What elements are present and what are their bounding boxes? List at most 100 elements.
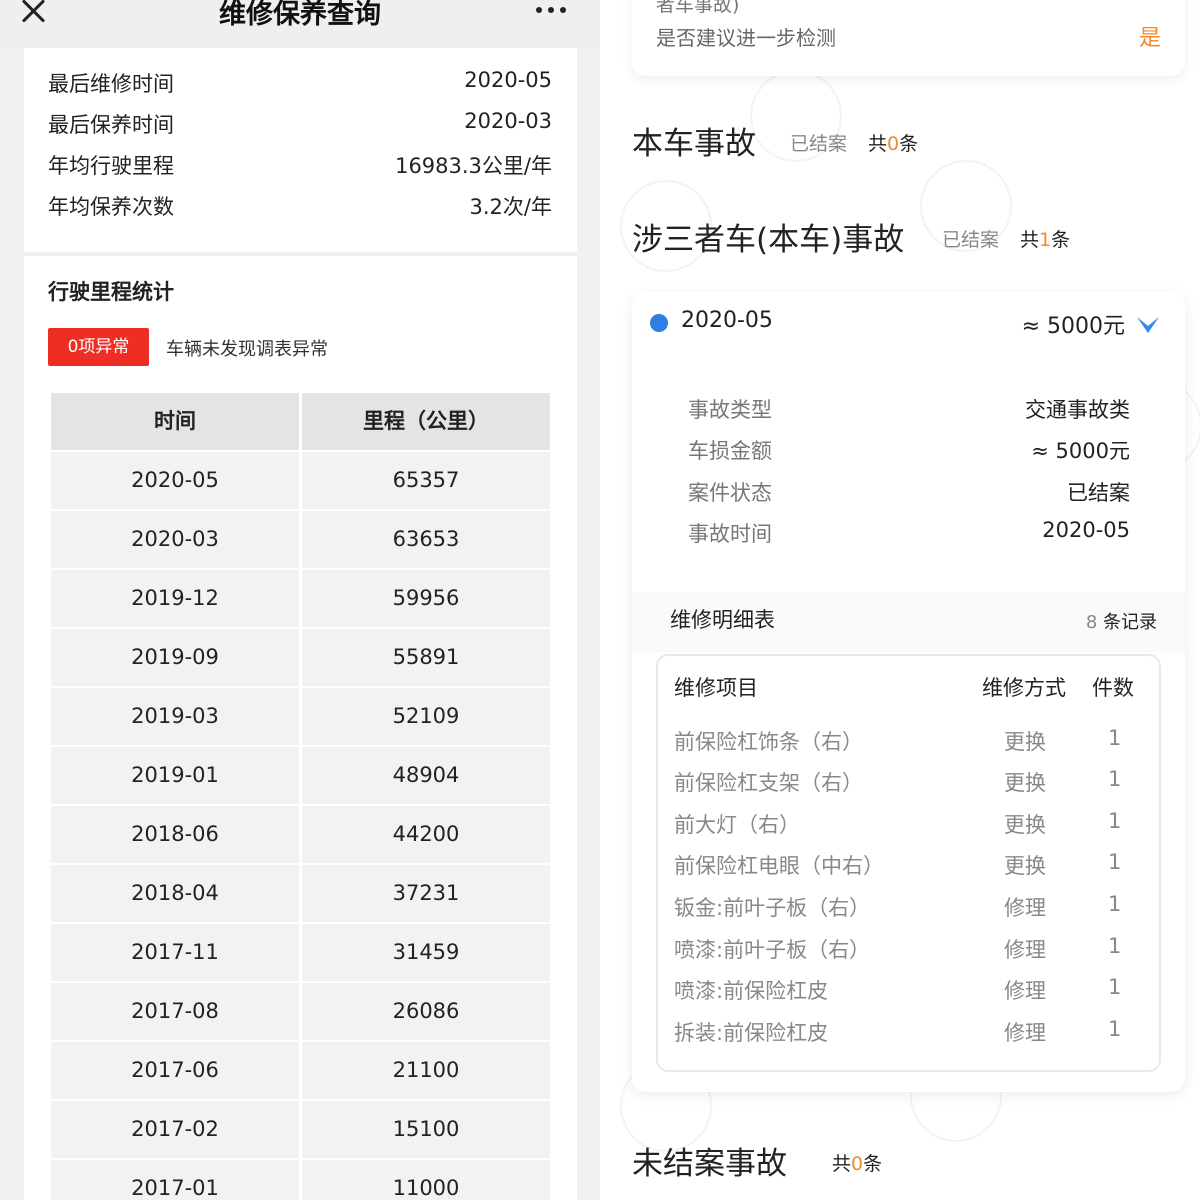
cell-mileage: 11000	[302, 1160, 550, 1200]
table-row: 2019-12 59956	[51, 570, 550, 629]
mileage-table: 时间 里程（公里） 2020-05 65357 2020-03 63653 2019…	[51, 393, 550, 1200]
record-count-suffix: 条记录	[1097, 612, 1157, 633]
accident-card[interactable]: 2020-05 ≈ 5000元 事故类型 交通事故类 车损金额 ≈ 5000元 案件…	[632, 292, 1185, 1092]
repair-method: 修理	[1004, 938, 1046, 962]
repair-item: 喷漆:前保险杠皮	[674, 979, 829, 1003]
repair-method: 修理	[1004, 979, 1046, 1003]
repair-column-item: 维修项目	[674, 676, 758, 700]
maintenance-panel: 维修保养查询 最后维修时间 2020-05 最后保养时间 2020-03 年均行…	[0, 0, 600, 1200]
summary-value: 3.2次/年	[469, 195, 552, 219]
repair-item: 拆装:前保险杠皮	[674, 1021, 829, 1045]
detail-label: 事故时间	[688, 522, 772, 546]
table-row: 2017-02 15100	[51, 1101, 550, 1160]
summary-value: 16983.3公里/年	[395, 154, 552, 178]
cell-time: 2017-11	[51, 924, 299, 981]
cell-mileage: 55891	[302, 629, 550, 686]
count-number: 1	[1039, 229, 1052, 251]
page-title: 维修保养查询	[219, 0, 381, 30]
more-options-icon[interactable]	[536, 7, 566, 13]
count-suffix: 条	[1051, 229, 1071, 251]
repair-column-method: 维修方式	[982, 676, 1066, 700]
third-party-accident-status: 已结案	[942, 229, 1000, 251]
repair-qty: 1	[1108, 1017, 1122, 1041]
accident-panel: 者车事故) 是否建议进一步检测 是 本车事故 已结案 共0条 涉三者车(本车)事…	[600, 0, 1200, 1200]
cell-mileage: 31459	[302, 924, 550, 981]
repair-qty: 1	[1108, 850, 1122, 874]
summary-row: 最后保养时间 2020-03	[48, 109, 552, 145]
accident-date: 2020-05	[681, 308, 773, 333]
table-row: 2019-09 55891	[51, 629, 550, 688]
cell-mileage: 59956	[302, 570, 550, 627]
detail-value: 已结案	[1067, 481, 1130, 505]
repair-column-qty: 件数	[1092, 676, 1134, 700]
table-header: 时间 里程（公里）	[51, 393, 550, 452]
count-suffix: 条	[863, 1153, 883, 1175]
own-accident-title: 本车事故	[632, 126, 756, 162]
column-header-mileage: 里程（公里）	[302, 393, 550, 450]
repair-method: 更换	[1004, 854, 1046, 878]
cell-mileage: 48904	[302, 747, 550, 804]
repair-qty: 1	[1108, 975, 1122, 999]
inspection-answer: 是	[1138, 26, 1161, 51]
accident-amount: ≈ 5000元	[1021, 314, 1125, 339]
cell-time: 2020-03	[51, 511, 299, 568]
cell-time: 2019-12	[51, 570, 299, 627]
cell-mileage: 65357	[302, 452, 550, 509]
table-row: 喷漆:前叶子板（右） 修理 1	[658, 934, 1159, 968]
count-suffix: 条	[899, 133, 919, 155]
repair-qty: 1	[1108, 934, 1122, 958]
accident-detail-row: 事故类型 交通事故类	[688, 394, 1130, 428]
inspection-card: 者车事故) 是否建议进一步检测 是	[632, 0, 1185, 76]
detail-label: 案件状态	[688, 481, 772, 505]
table-row: 2017-01 11000	[51, 1160, 550, 1200]
chevron-down-icon[interactable]	[1135, 314, 1161, 336]
cell-time: 2017-08	[51, 983, 299, 1040]
summary-card: 最后维修时间 2020-05 最后保养时间 2020-03 年均行驶里程 169…	[24, 48, 577, 252]
cell-mileage: 37231	[302, 865, 550, 922]
summary-label: 最后保养时间	[48, 113, 174, 137]
cell-mileage: 21100	[302, 1042, 550, 1099]
summary-value: 2020-03	[464, 109, 552, 133]
count-prefix: 共	[832, 1153, 852, 1175]
detail-label: 事故类型	[688, 398, 772, 422]
repair-table: 维修项目 维修方式 件数 前保险杠饰条（右） 更换 1 前保险杠支架（右） 更换 1 前…	[656, 654, 1161, 1072]
table-row: 2018-06 44200	[51, 806, 550, 865]
accident-dot-icon	[650, 314, 668, 332]
count-number: 0	[887, 133, 900, 155]
cell-time: 2018-06	[51, 806, 299, 863]
mileage-card: 行驶里程统计 0项异常 车辆未发现调表异常 时间 里程（公里） 2020-05 6…	[24, 256, 577, 1200]
detail-label: 车损金额	[688, 439, 772, 463]
summary-label: 最后维修时间	[48, 72, 174, 96]
repair-item: 钣金:前叶子板（右）	[674, 896, 871, 920]
count-prefix: 共	[1020, 229, 1040, 251]
own-accident-count: 共0条	[868, 129, 918, 156]
accident-detail-row: 车损金额 ≈ 5000元	[688, 435, 1130, 469]
open-accident-title: 未结案事故	[632, 1146, 787, 1182]
accident-detail-row: 事故时间 2020-05	[688, 518, 1130, 552]
third-party-accident-count: 共1条	[1020, 225, 1070, 252]
repair-item: 前保险杠支架（右）	[674, 771, 863, 795]
summary-label: 年均保养次数	[48, 195, 174, 219]
cell-mileage: 15100	[302, 1101, 550, 1158]
cell-time: 2017-02	[51, 1101, 299, 1158]
detail-value: 2020-05	[1042, 518, 1130, 542]
repair-item: 前大灯（右）	[674, 813, 800, 837]
table-row: 2020-05 65357	[51, 452, 550, 511]
repair-method: 更换	[1004, 730, 1046, 754]
repair-method: 修理	[1004, 1021, 1046, 1045]
table-row: 拆装:前保险杠皮 修理 1	[658, 1017, 1159, 1051]
table-row: 2017-11 31459	[51, 924, 550, 983]
repair-record-count: 8 条记录	[1086, 608, 1157, 634]
cell-time: 2019-03	[51, 688, 299, 745]
repair-item: 前保险杠饰条（右）	[674, 730, 863, 754]
table-row: 2017-06 21100	[51, 1042, 550, 1101]
table-row: 前保险杠饰条（右） 更换 1	[658, 726, 1159, 760]
summary-label: 年均行驶里程	[48, 154, 174, 178]
own-accident-status: 已结案	[790, 133, 848, 155]
cell-time: 2017-06	[51, 1042, 299, 1099]
detail-value: 交通事故类	[1025, 398, 1130, 422]
cut-off-text: 者车事故)	[656, 0, 740, 16]
cell-mileage: 44200	[302, 806, 550, 863]
count-number: 0	[851, 1153, 864, 1175]
cell-time: 2018-04	[51, 865, 299, 922]
